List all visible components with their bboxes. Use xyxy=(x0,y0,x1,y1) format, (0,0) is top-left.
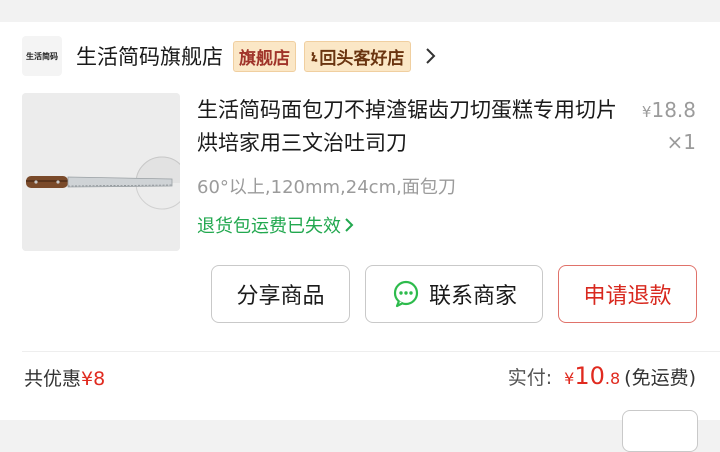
unit-price: ¥18.8 xyxy=(642,98,696,122)
request-refund-button[interactable]: 申请退款 xyxy=(558,265,697,323)
amount-paid: 实付: ¥ 10 .8 (免运费) xyxy=(508,362,696,390)
repeat-customer-label: 回头客好店 xyxy=(319,48,405,69)
divider xyxy=(22,351,720,352)
discount-label: 共优惠 xyxy=(24,368,82,390)
contact-seller-label: 联系商家 xyxy=(428,284,517,309)
total-discount: 共优惠¥8 xyxy=(24,364,105,391)
request-refund-label: 申请退款 xyxy=(583,284,672,309)
paid-decimal: .8 xyxy=(604,369,621,388)
flagship-badge: 旗舰店 xyxy=(233,40,296,72)
product-title[interactable]: 生活简码面包刀不掉渣锯齿刀切蛋糕专用切片烘培家用三文治吐司刀 xyxy=(197,94,617,160)
order-card: 生活简码 生活简码旗舰店 旗舰店 ኒ 回头客好店 生活简码面包刀不掉渣锯齿刀切蛋… xyxy=(0,22,720,452)
paid-label: 实付: xyxy=(507,367,553,389)
product-image[interactable] xyxy=(22,93,180,251)
product-spec: 60°以上,120mm,24cm,面包刀 xyxy=(197,177,456,198)
chevron-right-icon[interactable] xyxy=(423,46,437,66)
share-product-label: 分享商品 xyxy=(236,284,325,309)
store-logo: 生活简码 xyxy=(22,36,62,76)
badge-bracket-glyph: ኒ xyxy=(311,47,318,65)
partial-action-button[interactable] xyxy=(622,410,698,452)
discount-amount: ¥8 xyxy=(81,368,106,390)
quantity: ×1 xyxy=(666,130,696,154)
store-header[interactable]: 生活简码 生活简码旗舰店 旗舰店 ኒ 回头客好店 xyxy=(22,36,437,76)
share-product-button[interactable]: 分享商品 xyxy=(211,265,350,323)
price-value: 18.8 xyxy=(651,98,696,122)
shipping-note: (免运费) xyxy=(624,367,696,389)
contact-seller-button[interactable]: 联系商家 xyxy=(365,265,543,323)
chevron-right-icon xyxy=(345,218,354,232)
wechat-chat-icon xyxy=(391,279,421,309)
paid-integer: 10 xyxy=(574,362,605,390)
paid-currency: ¥ xyxy=(564,369,575,388)
refund-shipping-label: 退货包运费已失效 xyxy=(197,216,341,237)
refund-shipping-note[interactable]: 退货包运费已失效 xyxy=(197,212,355,238)
store-name[interactable]: 生活简码旗舰店 xyxy=(76,41,223,71)
repeat-customer-badge: ኒ 回头客好店 xyxy=(304,40,412,72)
store-logo-text: 生活简码 xyxy=(26,51,58,61)
